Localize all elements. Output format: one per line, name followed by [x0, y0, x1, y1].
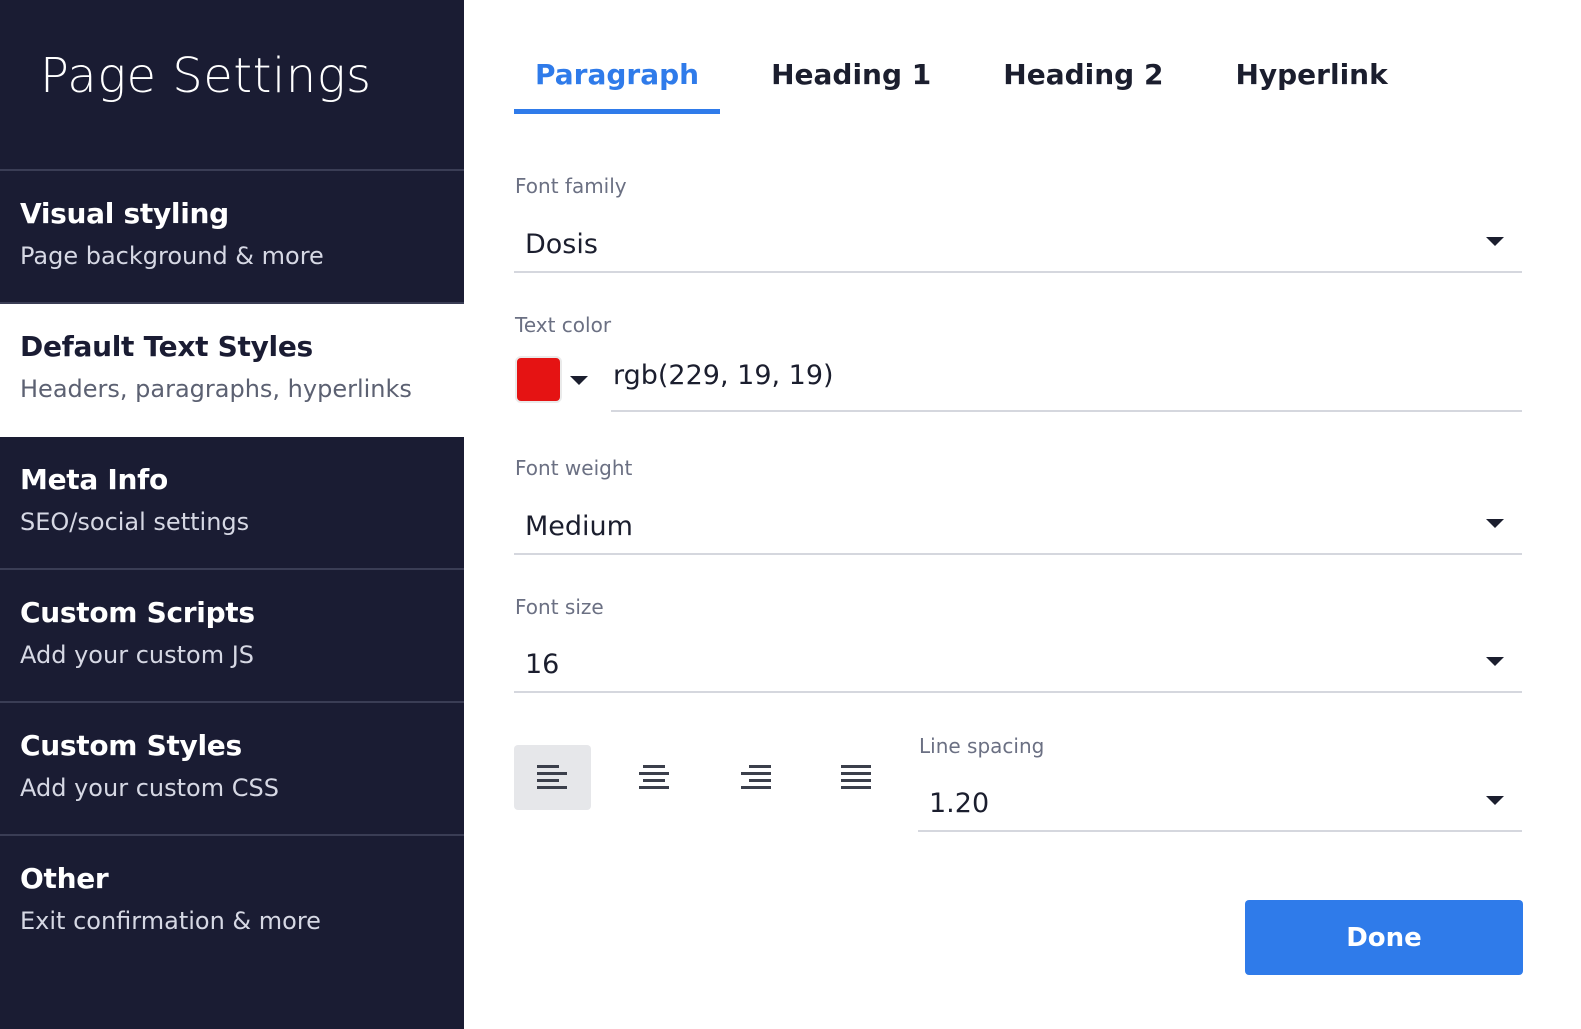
sidebar-item-visual-styling[interactable]: Visual styling Page background & more	[0, 171, 464, 304]
sidebar-item-default-text-styles[interactable]: Default Text Styles Headers, paragraphs,…	[0, 304, 464, 437]
text-color-label: Text color	[515, 313, 612, 337]
font-size-value: 16	[525, 649, 560, 680]
tab-heading-2[interactable]: Heading 2	[982, 40, 1184, 114]
align-right-icon	[740, 764, 771, 789]
align-center-button[interactable]	[615, 745, 692, 810]
line-spacing-label: Line spacing	[919, 734, 1045, 758]
line-spacing-select[interactable]: 1.20	[918, 772, 1522, 832]
sidebar-item-description: SEO/social settings	[20, 508, 250, 536]
done-button[interactable]: Done	[1245, 900, 1523, 975]
align-left-icon	[536, 764, 567, 789]
tab-hyperlink[interactable]: Hyperlink	[1214, 40, 1408, 114]
sidebar-item-other[interactable]: Other Exit confirmation & more	[0, 836, 464, 969]
font-size-label: Font size	[515, 595, 604, 619]
sidebar-item-label: Meta Info	[20, 463, 168, 496]
sidebar-item-custom-styles[interactable]: Custom Styles Add your custom CSS	[0, 703, 464, 836]
sidebar-title: Page Settings	[0, 0, 464, 171]
text-color-input[interactable]: rgb(229, 19, 19)	[611, 350, 1522, 412]
font-family-label: Font family	[515, 174, 627, 198]
align-right-button[interactable]	[716, 745, 793, 810]
sidebar-item-description: Exit confirmation & more	[20, 907, 321, 935]
sidebar-item-description: Add your custom CSS	[20, 774, 279, 802]
sidebar-item-description: Page background & more	[20, 242, 324, 270]
align-justify-button[interactable]	[817, 745, 894, 810]
sidebar-item-custom-scripts[interactable]: Custom Scripts Add your custom JS	[0, 570, 464, 703]
sidebar-item-label: Custom Scripts	[20, 596, 255, 629]
color-swatch[interactable]	[515, 356, 562, 403]
font-weight-value: Medium	[525, 511, 633, 542]
sidebar: Page Settings Visual styling Page backgr…	[0, 0, 464, 1029]
align-center-icon	[638, 764, 669, 789]
tab-paragraph[interactable]: Paragraph	[514, 40, 721, 114]
font-size-select[interactable]: 16	[514, 633, 1522, 693]
sidebar-item-meta-info[interactable]: Meta Info SEO/social settings	[0, 437, 464, 570]
chevron-down-icon	[1486, 657, 1504, 666]
text-style-tabs: Paragraph Heading 1 Heading 2 Hyperlink	[514, 40, 1439, 114]
font-family-value: Dosis	[525, 229, 598, 260]
font-family-select[interactable]: Dosis	[514, 213, 1522, 273]
chevron-down-icon	[1486, 796, 1504, 805]
align-left-button[interactable]	[514, 745, 591, 810]
chevron-down-icon	[1486, 237, 1504, 246]
tab-heading-1[interactable]: Heading 1	[750, 40, 952, 114]
line-spacing-value: 1.20	[929, 788, 990, 819]
sidebar-item-label: Custom Styles	[20, 729, 242, 762]
sidebar-item-description: Headers, paragraphs, hyperlinks	[20, 375, 412, 403]
chevron-down-icon[interactable]	[570, 376, 588, 385]
sidebar-item-label: Default Text Styles	[20, 330, 313, 363]
align-justify-icon	[840, 764, 871, 789]
chevron-down-icon	[1486, 519, 1504, 528]
font-weight-label: Font weight	[515, 456, 633, 480]
font-weight-select[interactable]: Medium	[514, 495, 1522, 555]
sidebar-item-label: Visual styling	[20, 197, 229, 230]
sidebar-item-description: Add your custom JS	[20, 641, 255, 669]
sidebar-item-label: Other	[20, 862, 109, 895]
